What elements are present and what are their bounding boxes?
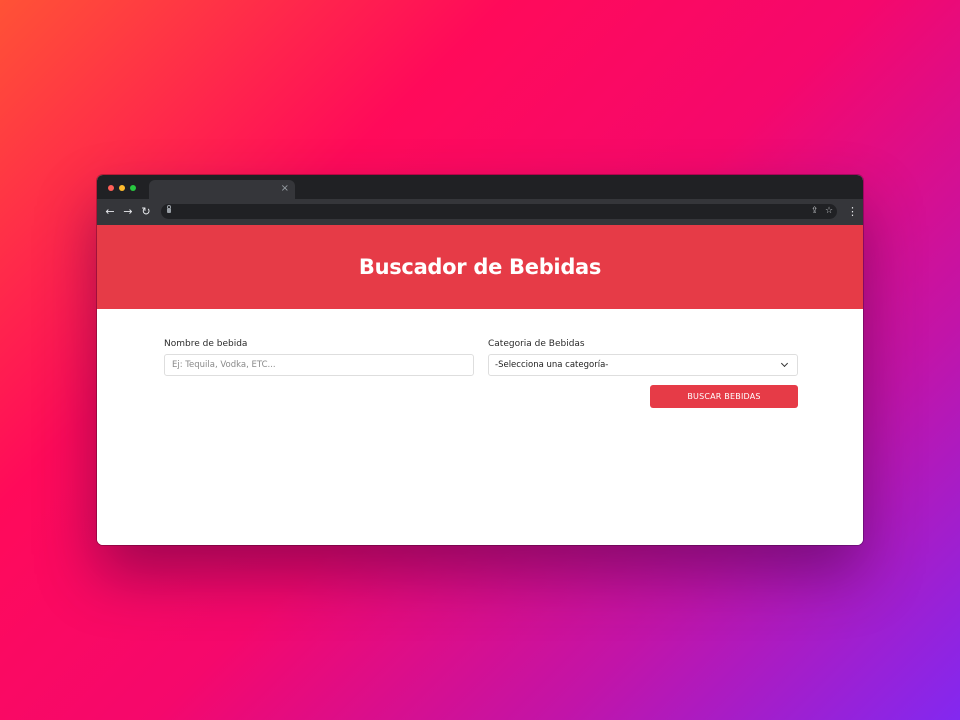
address-bar[interactable]: ⇪ ☆: [161, 204, 837, 219]
page-title: Buscador de Bebidas: [358, 255, 602, 279]
reload-icon[interactable]: ↻: [140, 205, 152, 219]
browser-titlebar: ×: [97, 175, 863, 199]
tab-close-icon[interactable]: ×: [281, 183, 289, 195]
page-header: Buscador de Bebidas: [97, 225, 863, 309]
browser-window: × ← → ↻ ⇪ ☆ ⋮ Buscador de Bebidas Nombre…: [97, 175, 863, 545]
drink-name-input[interactable]: [164, 354, 474, 376]
window-minimize-dot-icon[interactable]: [119, 185, 125, 191]
drink-name-label: Nombre de bebida: [164, 339, 248, 349]
back-arrow-icon[interactable]: ←: [104, 205, 116, 219]
browser-menu-icon[interactable]: ⋮: [847, 205, 858, 219]
bookmark-star-icon[interactable]: ☆: [825, 205, 833, 218]
browser-tab[interactable]: ×: [149, 180, 295, 199]
share-icon[interactable]: ⇪: [811, 205, 819, 218]
search-drinks-button[interactable]: BUSCAR BEBIDAS: [650, 385, 798, 408]
page-viewport: Buscador de Bebidas Nombre de bebida Cat…: [97, 225, 863, 545]
window-maximize-dot-icon[interactable]: [130, 185, 136, 191]
chevron-down-icon: [780, 359, 789, 368]
drink-category-select[interactable]: -Selecciona una categoría-: [488, 354, 798, 376]
lock-icon[interactable]: [167, 205, 171, 213]
category-selected-value: -Selecciona una categoría-: [495, 360, 609, 370]
window-close-dot-icon[interactable]: [108, 185, 114, 191]
browser-toolbar: ← → ↻ ⇪ ☆ ⋮: [97, 199, 863, 225]
forward-arrow-icon[interactable]: →: [122, 205, 134, 219]
drink-category-label: Categoria de Bebidas: [488, 339, 585, 349]
